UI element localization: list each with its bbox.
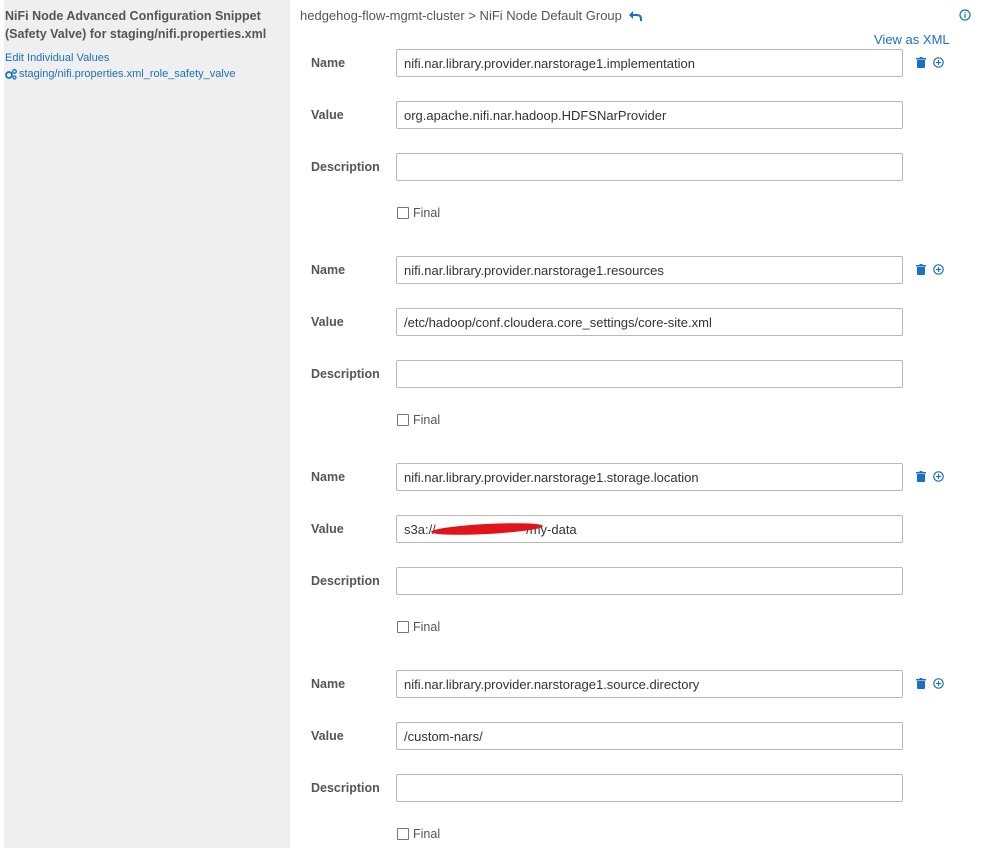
final-label: Final	[413, 620, 441, 634]
view-as-xml-link[interactable]: View as XML	[874, 32, 950, 47]
plus-circle-icon[interactable]	[933, 471, 944, 482]
plus-circle-icon[interactable]	[933, 264, 944, 275]
value-field-wrap	[396, 515, 903, 543]
description-input[interactable]	[396, 774, 903, 802]
edit-individual-values-link[interactable]: Edit Individual Values	[5, 52, 109, 64]
plus-circle-icon[interactable]	[933, 57, 944, 68]
final-checkbox[interactable]	[397, 828, 409, 840]
trash-icon[interactable]	[916, 471, 926, 482]
trash-icon[interactable]	[916, 57, 926, 68]
final-checkbox-row: Final	[397, 413, 440, 427]
value-label: Value	[311, 315, 344, 329]
final-checkbox-row: Final	[397, 620, 440, 634]
safety-valve-link[interactable]: staging/nifi.properties.xml_role_safety_…	[5, 68, 235, 80]
description-label: Description	[311, 781, 380, 795]
name-label: Name	[311, 56, 346, 70]
final-label: Final	[413, 413, 441, 427]
config-title: NiFi Node Advanced Configuration Snippet…	[5, 9, 267, 41]
final-checkbox[interactable]	[397, 414, 409, 426]
info-icon[interactable]	[959, 9, 971, 21]
name-input[interactable]	[396, 670, 903, 698]
value-label: Value	[311, 729, 344, 743]
final-checkbox[interactable]	[397, 207, 409, 219]
final-label: Final	[413, 827, 441, 841]
name-label: Name	[311, 677, 346, 691]
description-input[interactable]	[396, 153, 903, 181]
name-input[interactable]	[396, 49, 903, 77]
breadcrumb-text: hedgehog-flow-mgmt-cluster > NiFi Node D…	[300, 8, 622, 23]
breadcrumb: hedgehog-flow-mgmt-cluster > NiFi Node D…	[300, 8, 642, 23]
final-checkbox-row: Final	[397, 827, 440, 841]
final-checkbox-row: Final	[397, 206, 440, 220]
name-label: Name	[311, 263, 346, 277]
value-input[interactable]	[396, 308, 903, 336]
value-label: Value	[311, 108, 344, 122]
name-label: Name	[311, 470, 346, 484]
undo-icon[interactable]	[628, 10, 642, 22]
description-label: Description	[311, 574, 380, 588]
sidebar: NiFi Node Advanced Configuration Snippet…	[4, 0, 290, 848]
description-input[interactable]	[396, 567, 903, 595]
trash-icon[interactable]	[916, 678, 926, 689]
description-label: Description	[311, 160, 380, 174]
gears-icon	[5, 68, 17, 80]
trash-icon[interactable]	[916, 264, 926, 275]
description-label: Description	[311, 367, 380, 381]
value-input[interactable]	[396, 722, 903, 750]
final-label: Final	[413, 206, 441, 220]
value-label: Value	[311, 522, 344, 536]
description-input[interactable]	[396, 360, 903, 388]
value-input[interactable]	[396, 101, 903, 129]
name-input[interactable]	[396, 256, 903, 284]
name-input[interactable]	[396, 463, 903, 491]
plus-circle-icon[interactable]	[933, 678, 944, 689]
safety-valve-link-label: staging/nifi.properties.xml_role_safety_…	[19, 68, 236, 80]
final-checkbox[interactable]	[397, 621, 409, 633]
